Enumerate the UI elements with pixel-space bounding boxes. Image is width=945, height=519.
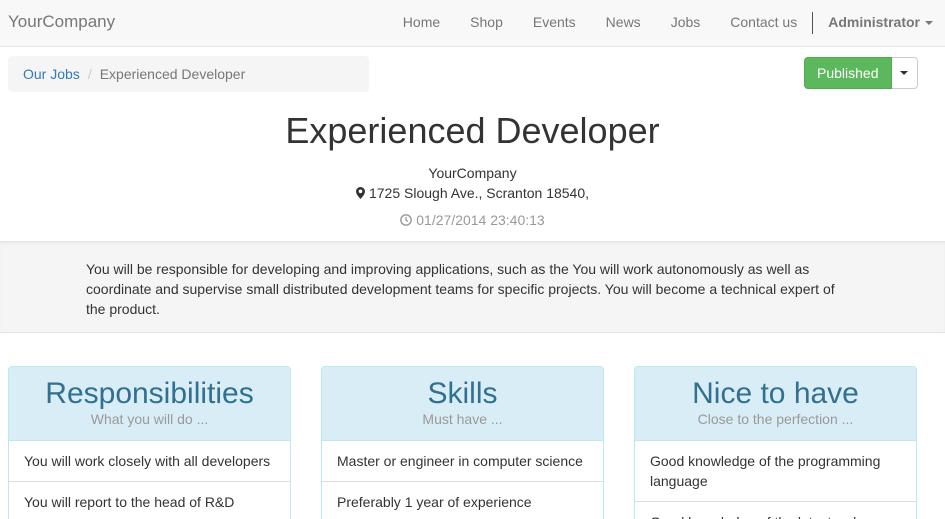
skills-panel: Skills Must have ... Master or engineer … bbox=[321, 366, 604, 519]
user-menu[interactable]: Administrator bbox=[813, 0, 945, 45]
panel-subtitle: What you will do ... bbox=[90, 411, 209, 427]
list-item: Master or engineer in computer science bbox=[322, 441, 603, 482]
breadcrumb: Our Jobs / Experienced Developer bbox=[8, 56, 369, 92]
breadcrumb-separator: / bbox=[87, 66, 92, 82]
job-description-section: You will be responsible for developing a… bbox=[0, 241, 945, 333]
list-item: Preferably 1 year of experience bbox=[322, 482, 603, 519]
job-address: 1725 Slough Ave., Scranton 18540, bbox=[368, 185, 590, 201]
nav-contact-us[interactable]: Contact us bbox=[715, 0, 812, 45]
panel-heading: Skills Must have ... bbox=[322, 367, 603, 441]
list-item: You will report to the head of R&D bbox=[9, 482, 290, 519]
job-date: 01/27/2014 23:40:13 bbox=[416, 212, 545, 228]
nav-jobs[interactable]: Jobs bbox=[656, 0, 716, 45]
user-name: Administrator bbox=[828, 14, 920, 30]
responsibilities-panel: Responsibilities What you will do ... Yo… bbox=[8, 366, 291, 519]
list-item: You will work closely with all developer… bbox=[9, 441, 290, 482]
breadcrumb-our-jobs[interactable]: Our Jobs bbox=[23, 66, 80, 82]
list-item: Good knowledge of the latest web bbox=[635, 502, 916, 519]
panel-subtitle: Must have ... bbox=[422, 411, 503, 427]
publish-dropdown-toggle[interactable] bbox=[891, 57, 918, 89]
nav-home[interactable]: Home bbox=[388, 0, 455, 45]
panel-title: Nice to have bbox=[692, 377, 859, 410]
panel-subtitle: Close to the perfection ... bbox=[697, 411, 854, 427]
brand-logo[interactable]: YourCompany bbox=[8, 12, 115, 32]
panel-title: Skills bbox=[427, 377, 498, 410]
breadcrumb-current: Experienced Developer bbox=[99, 66, 246, 82]
clock-icon bbox=[400, 214, 413, 226]
nav-news[interactable]: News bbox=[591, 0, 656, 45]
panel-title: Responsibilities bbox=[45, 377, 254, 410]
job-date-row: 01/27/2014 23:40:13 bbox=[0, 210, 945, 230]
main-nav: Home Shop Events News Jobs Contact us Ad… bbox=[388, 0, 945, 45]
list-item: Good knowledge of the programming langua… bbox=[635, 441, 916, 502]
publish-button-group: Published bbox=[804, 57, 918, 89]
panel-heading: Nice to have Close to the perfection ... bbox=[635, 367, 916, 441]
job-header: Experienced Developer YourCompany 1725 S… bbox=[0, 105, 945, 230]
published-button[interactable]: Published bbox=[804, 57, 892, 89]
panel-heading: Responsibilities What you will do ... bbox=[9, 367, 290, 441]
page-title: Experienced Developer bbox=[285, 110, 660, 151]
chevron-down-icon bbox=[925, 20, 933, 25]
job-description: You will be responsible for developing a… bbox=[86, 261, 835, 317]
map-marker-icon bbox=[355, 187, 365, 199]
nav-shop[interactable]: Shop bbox=[455, 0, 518, 45]
chevron-down-icon bbox=[900, 71, 908, 75]
job-address-row: 1725 Slough Ave., Scranton 18540, bbox=[0, 183, 945, 203]
top-navbar: YourCompany Home Shop Events News Jobs C… bbox=[0, 0, 945, 47]
job-company: YourCompany bbox=[428, 165, 517, 181]
nav-events[interactable]: Events bbox=[518, 0, 591, 45]
nice-to-have-panel: Nice to have Close to the perfection ...… bbox=[634, 366, 917, 519]
